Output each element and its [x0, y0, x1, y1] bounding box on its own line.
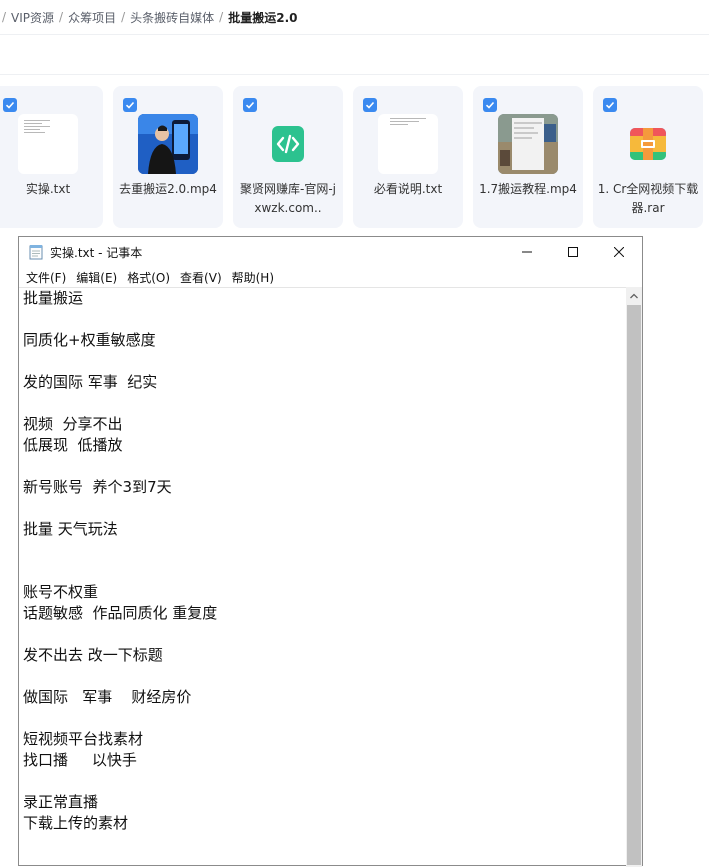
breadcrumb-current: 批量搬运2.0	[228, 10, 298, 25]
text-lines-icon	[390, 118, 426, 127]
text-line	[19, 855, 626, 868]
text-line: 录正常直播	[23, 793, 99, 811]
file-card-downloader-rar[interactable]: 1. Cr全网视频下载器.rar	[593, 86, 703, 228]
text-line: 低展现 低播放	[23, 436, 123, 454]
checkbox-checked[interactable]	[603, 98, 617, 112]
text-lines-icon	[24, 120, 50, 135]
breadcrumb-crowdfunding[interactable]: 众筹项目	[68, 9, 116, 26]
text-line: 批量搬运	[23, 289, 84, 307]
breadcrumb: / VIP资源 / 众筹项目 / 头条搬砖自媒体 / 批量搬运2.0	[0, 0, 709, 34]
text-line	[19, 309, 626, 330]
menu-view[interactable]: 查看(V)	[180, 269, 222, 286]
checkbox-checked[interactable]	[243, 98, 257, 112]
text-line: 批量 天气玩法	[23, 520, 118, 538]
checkbox-checked[interactable]	[3, 98, 17, 112]
maximize-icon	[568, 247, 578, 257]
breadcrumb-separator: /	[2, 10, 7, 24]
text-line: 话题敏感 作品同质化 重复度	[23, 604, 218, 622]
breadcrumb-separator: /	[121, 10, 126, 24]
text-line: 发的国际 军事 纪实	[23, 373, 158, 391]
text-line	[19, 351, 626, 372]
file-name: 聚贤网赚库-官网-jxwzk.com..	[240, 182, 336, 215]
video-thumbnail	[138, 114, 198, 174]
txt-file-thumbnail	[18, 114, 78, 174]
divider	[0, 74, 709, 75]
minimize-icon	[522, 251, 532, 253]
checkbox-checked[interactable]	[123, 98, 137, 112]
file-name: 1.7搬运教程.mp4	[479, 182, 577, 196]
file-grid: 实操.txt 去重搬运2.0.mp4 聚贤网赚库-官网-jxwzk.com.. …	[0, 86, 709, 230]
menu-format[interactable]: 格式(O)	[127, 269, 170, 286]
maximize-button[interactable]	[550, 237, 596, 267]
screen-recording-icon	[498, 114, 558, 174]
chevron-up-icon	[630, 293, 638, 298]
text-line: 新号账号 养个3到7天	[23, 478, 172, 496]
file-card-shicao-txt[interactable]: 实操.txt	[0, 86, 103, 228]
file-card-jxwzk-link[interactable]: 聚贤网赚库-官网-jxwzk.com..	[233, 86, 343, 228]
close-button[interactable]	[596, 237, 642, 267]
file-card-quchong-mp4[interactable]: 去重搬运2.0.mp4	[113, 86, 223, 228]
menu-bar: 文件(F) 编辑(E) 格式(O) 查看(V) 帮助(H)	[19, 267, 642, 287]
breadcrumb-separator: /	[219, 10, 224, 24]
divider	[0, 34, 709, 35]
code-link-icon	[272, 126, 304, 162]
text-line	[19, 708, 626, 729]
close-icon	[614, 247, 624, 257]
notepad-icon	[29, 245, 43, 260]
check-icon	[605, 101, 615, 109]
text-line	[19, 393, 626, 414]
text-line: 同质化+权重敏感度	[23, 331, 156, 349]
vertical-scrollbar[interactable]	[626, 287, 642, 867]
breadcrumb-toutiao[interactable]: 头条搬砖自媒体	[130, 9, 214, 26]
check-icon	[485, 101, 495, 109]
file-name: 去重搬运2.0.mp4	[119, 182, 217, 196]
text-line	[19, 834, 626, 855]
breadcrumb-vip[interactable]: VIP资源	[11, 9, 54, 26]
text-line: 视频 分享不出	[23, 415, 123, 433]
text-line: 账号不权重	[23, 583, 99, 601]
window-title: 实操.txt - 记事本	[50, 245, 143, 260]
file-card-bikan-txt[interactable]: 必看说明.txt	[353, 86, 463, 228]
notepad-window: 实操.txt - 记事本 文件(F) 编辑(E) 格式(O) 查看(V) 帮助(…	[18, 236, 643, 868]
text-line	[19, 561, 626, 582]
check-icon	[365, 101, 375, 109]
text-line: 做国际 军事 财经房价	[23, 688, 192, 706]
text-line: 短视频平台找素材	[23, 730, 144, 748]
link-file-thumbnail	[258, 114, 318, 174]
text-line: 下载上传的素材	[23, 814, 129, 832]
check-icon	[245, 101, 255, 109]
scroll-up-button[interactable]	[626, 287, 642, 304]
checkbox-checked[interactable]	[483, 98, 497, 112]
person-video-icon	[138, 114, 198, 174]
minimize-button[interactable]	[504, 237, 550, 267]
menu-edit[interactable]: 编辑(E)	[76, 269, 117, 286]
text-line	[19, 498, 626, 519]
scrollbar-thumb[interactable]	[627, 305, 641, 865]
text-line	[19, 540, 626, 561]
text-line	[19, 771, 626, 792]
check-icon	[125, 101, 135, 109]
text-line	[19, 456, 626, 477]
text-editor-area[interactable]: 批量搬运同质化+权重敏感度 发的国际 军事 纪实 视频 分享不出 低展现 低播放新号账…	[19, 287, 626, 868]
text-line	[19, 666, 626, 687]
file-name: 必看说明.txt	[373, 182, 443, 196]
txt-file-thumbnail	[378, 114, 438, 174]
check-icon	[5, 101, 15, 109]
text-line	[19, 624, 626, 645]
file-name: 实操.txt	[25, 182, 71, 196]
video-thumbnail	[498, 114, 558, 174]
breadcrumb-separator: /	[59, 10, 64, 24]
text-line: 发不出去 改一下标题	[23, 646, 163, 664]
archive-icon	[630, 128, 666, 160]
file-card-banyun-mp4[interactable]: 1.7搬运教程.mp4	[473, 86, 583, 228]
rar-file-thumbnail	[618, 114, 678, 174]
menu-file[interactable]: 文件(F)	[26, 269, 66, 286]
menu-help[interactable]: 帮助(H)	[232, 269, 274, 286]
text-line: 找口播 以快手	[23, 751, 137, 769]
checkbox-checked[interactable]	[363, 98, 377, 112]
file-name: 1. Cr全网视频下载器.rar	[597, 182, 699, 215]
